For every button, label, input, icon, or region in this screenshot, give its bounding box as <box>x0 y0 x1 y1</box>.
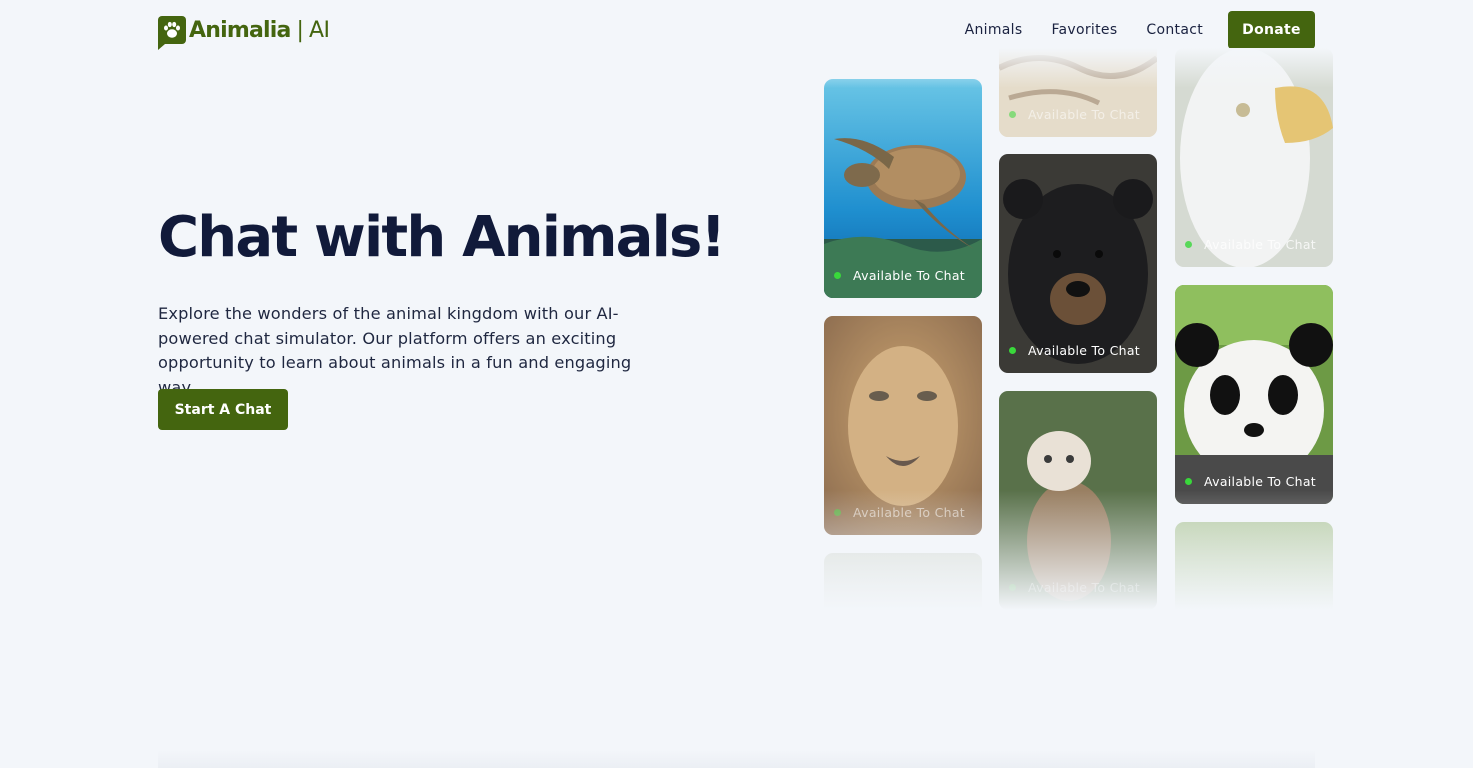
animal-photo <box>1175 522 1333 610</box>
bald-eagle-photo <box>1175 48 1333 267</box>
donate-button[interactable]: Donate <box>1228 11 1315 49</box>
online-dot-icon <box>1009 347 1016 354</box>
online-dot-icon <box>834 272 841 279</box>
animal-card-black-bear[interactable]: Available To Chat <box>999 154 1157 373</box>
availability-status: Available To Chat <box>1185 237 1316 252</box>
animal-card[interactable] <box>824 553 982 610</box>
availability-status: Available To Chat <box>1009 107 1140 122</box>
status-label: Available To Chat <box>1204 237 1316 252</box>
online-dot-icon <box>1185 478 1192 485</box>
online-dot-icon <box>1185 241 1192 248</box>
online-dot-icon <box>834 509 841 516</box>
animal-card-sea-turtle[interactable]: Available To Chat <box>824 79 982 298</box>
availability-status: Available To Chat <box>1185 474 1316 489</box>
availability-status: Available To Chat <box>834 505 965 520</box>
main-nav: Animals Favorites Contact Donate <box>965 11 1315 49</box>
status-label: Available To Chat <box>1028 580 1140 595</box>
animal-card[interactable] <box>1175 522 1333 610</box>
availability-status: Available To Chat <box>1009 343 1140 358</box>
black-bear-photo <box>999 154 1157 373</box>
animal-gallery: Available To Chat Available To Chat Avai… <box>818 48 1348 610</box>
nav-link-animals[interactable]: Animals <box>965 22 1023 38</box>
online-dot-icon <box>1009 111 1016 118</box>
animal-photo <box>824 553 982 610</box>
barn-owl-photo <box>999 391 1157 610</box>
status-label: Available To Chat <box>1028 107 1140 122</box>
brand-logo[interactable]: Animalia | AI <box>158 15 330 50</box>
brand-name: Animalia <box>189 17 291 43</box>
nav-link-favorites[interactable]: Favorites <box>1051 22 1117 38</box>
nav-link-contact[interactable]: Contact <box>1146 22 1203 38</box>
animal-card-tiger[interactable]: Available To Chat <box>999 48 1157 137</box>
status-label: Available To Chat <box>1204 474 1316 489</box>
animal-card-lion[interactable]: Available To Chat <box>824 316 982 535</box>
animal-card-bald-eagle[interactable]: Available To Chat <box>1175 48 1333 267</box>
status-label: Available To Chat <box>853 505 965 520</box>
lion-photo <box>824 316 982 535</box>
animal-card-barn-owl[interactable]: Available To Chat <box>999 391 1157 610</box>
status-label: Available To Chat <box>1028 343 1140 358</box>
hero-description: Explore the wonders of the animal kingdo… <box>158 304 632 397</box>
status-label: Available To Chat <box>853 268 965 283</box>
tiger-photo <box>999 48 1157 137</box>
availability-status: Available To Chat <box>834 268 965 283</box>
online-dot-icon <box>1009 584 1016 591</box>
brand-suffix: AI <box>308 17 330 43</box>
brand-separator: | <box>296 17 304 43</box>
giant-panda-photo <box>1175 285 1333 504</box>
section-divider <box>158 750 1315 768</box>
start-chat-button[interactable]: Start A Chat <box>158 389 288 430</box>
paw-icon <box>158 16 186 50</box>
sea-turtle-photo <box>824 79 982 298</box>
animal-card-giant-panda[interactable]: Available To Chat <box>1175 285 1333 504</box>
hero-title: Chat with Animals! <box>158 205 726 270</box>
availability-status: Available To Chat <box>1009 580 1140 595</box>
